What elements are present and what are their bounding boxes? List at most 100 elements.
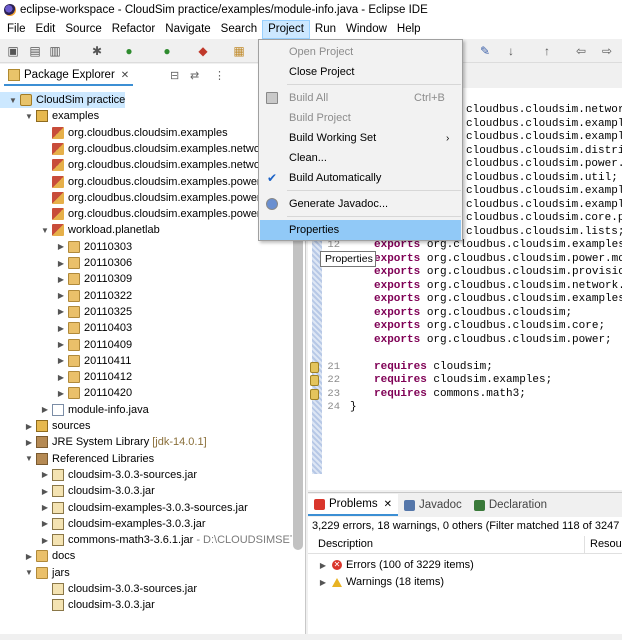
tree-item[interactable]: ▼ CloudSim practice <box>0 92 126 108</box>
column-resource[interactable]: Resour <box>590 538 622 550</box>
collapse-arrow-icon[interactable]: ▶ <box>56 307 66 316</box>
collapse-arrow-icon[interactable]: ▶ <box>40 503 50 512</box>
tree-item[interactable]: ▼ workload.planetlab <box>0 222 160 238</box>
menu-item-close-project[interactable]: Close Project <box>260 62 461 82</box>
expand-arrow-icon[interactable]: ▼ <box>24 568 34 577</box>
menu-item-generate-javadoc[interactable]: Generate Javadoc... <box>260 194 461 214</box>
tree-item[interactable]: ▶ 20110412 <box>0 369 132 385</box>
menu-source[interactable]: Source <box>60 20 106 39</box>
warning-marker-icon[interactable] <box>310 375 319 386</box>
collapse-arrow-icon[interactable]: ▶ <box>56 291 66 300</box>
menu-edit[interactable]: Edit <box>31 20 61 39</box>
close-icon[interactable]: ✕ <box>384 499 392 510</box>
tree-item[interactable]: org.cloudbus.cloudsim.examples.power <box>0 190 261 206</box>
collapse-arrow-icon[interactable]: ▶ <box>56 259 66 268</box>
menu-item-open-project[interactable]: Open Project <box>260 42 461 62</box>
collapse-all-icon[interactable]: ⊟ <box>170 69 179 82</box>
tree-item[interactable]: ▶ cloudsim-3.0.3-sources.jar <box>0 467 197 483</box>
tree-item[interactable]: ▶ 20110403 <box>0 320 132 336</box>
collapse-arrow-icon[interactable]: ▶ <box>56 373 66 382</box>
tree-item[interactable]: ▶ 20110411 <box>0 353 131 369</box>
collapse-arrow-icon[interactable]: ▶ <box>24 438 34 447</box>
menu-item-clean[interactable]: Clean... <box>260 148 461 168</box>
toggle-mark-icon[interactable]: ✎ <box>478 44 492 58</box>
tree-item[interactable]: cloudsim-3.0.3-sources.jar <box>0 581 197 597</box>
tree-item[interactable]: org.cloudbus.cloudsim.examples.power <box>0 174 261 190</box>
expand-arrow-icon[interactable]: ▼ <box>8 96 18 105</box>
menu-item-build-working-set[interactable]: Build Working Set › <box>260 128 461 148</box>
close-icon[interactable]: ✕ <box>121 70 129 81</box>
tree-item[interactable]: ▶ 20110322 <box>0 288 132 304</box>
tree-item[interactable]: ▶ sources <box>0 418 91 434</box>
collapse-arrow-icon[interactable]: ▶ <box>40 487 50 496</box>
menu-refactor[interactable]: Refactor <box>107 20 160 39</box>
collapse-arrow-icon[interactable]: ▶ <box>56 340 66 349</box>
menu-navigate[interactable]: Navigate <box>160 20 215 39</box>
tree-item[interactable]: ▶ docs <box>0 548 75 564</box>
forward-icon[interactable]: ⇨ <box>600 44 614 58</box>
tree-item[interactable]: ▶ 20110306 <box>0 255 132 271</box>
tree-item[interactable]: ▶ 20110325 <box>0 304 132 320</box>
expand-arrow-icon[interactable]: ▶ <box>318 561 328 570</box>
menu-item-build-automatically[interactable]: ✔ Build Automatically <box>260 168 461 188</box>
tree-item[interactable]: ▼ examples <box>0 108 99 124</box>
expand-arrow-icon[interactable]: ▼ <box>40 226 50 235</box>
tree-item[interactable]: cloudsim-3.0.3.jar <box>0 597 155 613</box>
tree-item[interactable]: ▶ cloudsim-3.0.3.jar <box>0 483 155 499</box>
collapse-arrow-icon[interactable]: ▶ <box>40 470 50 479</box>
problem-group-row[interactable]: ▶ ✕ Errors (100 of 3229 items) <box>318 557 474 573</box>
next-annotation-icon[interactable]: ↓ <box>504 44 518 58</box>
menu-item-build-project[interactable]: Build Project <box>260 108 461 128</box>
back-icon[interactable]: ⇦ <box>574 44 588 58</box>
tree-item[interactable]: ▶ commons-math3-3.6.1.jar- D:\CLOUDSIMSET… <box>0 532 292 548</box>
problem-group-row[interactable]: ▶ Warnings (18 items) <box>318 574 444 590</box>
prev-annotation-icon[interactable]: ↑ <box>540 44 554 58</box>
new-icon[interactable]: ▣ <box>6 44 20 58</box>
menu-help[interactable]: Help <box>392 20 426 39</box>
external-tools-icon[interactable]: ◆ <box>196 44 210 58</box>
tree-item[interactable]: ▶ 20110420 <box>0 385 132 401</box>
tab-javadoc[interactable]: Javadoc <box>398 494 468 516</box>
tree-item[interactable]: org.cloudbus.cloudsim.examples.network <box>0 141 269 157</box>
tree-item[interactable]: ▶ 20110309 <box>0 271 132 287</box>
tree-item[interactable]: org.cloudbus.cloudsim.examples.power <box>0 206 261 222</box>
collapse-arrow-icon[interactable]: ▶ <box>24 422 34 431</box>
menu-item-build-all[interactable]: Build All Ctrl+B <box>260 88 461 108</box>
collapse-arrow-icon[interactable]: ▶ <box>56 389 66 398</box>
warning-marker-icon[interactable] <box>310 361 319 373</box>
menu-search[interactable]: Search <box>216 20 262 39</box>
view-menu-icon[interactable]: ⋮ <box>214 69 225 82</box>
collapse-arrow-icon[interactable]: ▶ <box>56 356 66 365</box>
save-icon[interactable]: ▤ <box>28 44 42 58</box>
tab-declaration[interactable]: Declaration <box>468 494 553 516</box>
menu-window[interactable]: Window <box>341 20 392 39</box>
collapse-arrow-icon[interactable]: ▶ <box>56 324 66 333</box>
collapse-arrow-icon[interactable]: ▶ <box>40 405 50 414</box>
collapse-arrow-icon[interactable]: ▶ <box>40 536 50 545</box>
tree-item[interactable]: ▶ cloudsim-examples-3.0.3-sources.jar <box>0 500 248 516</box>
tab-problems[interactable]: Problems ✕ <box>308 494 398 516</box>
expand-arrow-icon[interactable]: ▼ <box>24 454 34 463</box>
tree-item[interactable]: ▶ module-info.java <box>0 402 149 418</box>
tree-item[interactable]: ▶ JRE System Library [jdk-14.0.1] <box>0 434 207 450</box>
collapse-arrow-icon[interactable]: ▶ <box>56 242 66 251</box>
link-editor-icon[interactable]: ⇄ <box>190 69 199 82</box>
collapse-arrow-icon[interactable]: ▶ <box>56 275 66 284</box>
collapse-arrow-icon[interactable]: ▶ <box>24 552 34 561</box>
column-description[interactable]: Description <box>318 538 373 550</box>
tree-item[interactable]: ▼ Referenced Libraries <box>0 451 154 467</box>
menu-item-properties[interactable]: Properties <box>260 220 461 240</box>
menu-run[interactable]: Run <box>310 20 341 39</box>
tree-item[interactable]: ▶ 20110409 <box>0 337 132 353</box>
collapse-arrow-icon[interactable]: ▶ <box>40 519 50 528</box>
menu-file[interactable]: File <box>2 20 31 39</box>
tree-item[interactable]: org.cloudbus.cloudsim.examples <box>0 125 228 141</box>
run-config-icon[interactable]: ● <box>160 44 174 58</box>
run-icon[interactable]: ● <box>122 44 136 58</box>
tree-item[interactable]: ▼ jars <box>0 565 70 581</box>
tree-item[interactable]: org.cloudbus.cloudsim.examples.network <box>0 157 269 173</box>
expand-arrow-icon[interactable]: ▼ <box>24 112 34 121</box>
debug-icon[interactable]: ✱ <box>90 44 104 58</box>
package-explorer-tab[interactable]: Package Explorer ✕ <box>4 66 134 86</box>
tree-item[interactable]: ▶ 20110303 <box>0 239 132 255</box>
